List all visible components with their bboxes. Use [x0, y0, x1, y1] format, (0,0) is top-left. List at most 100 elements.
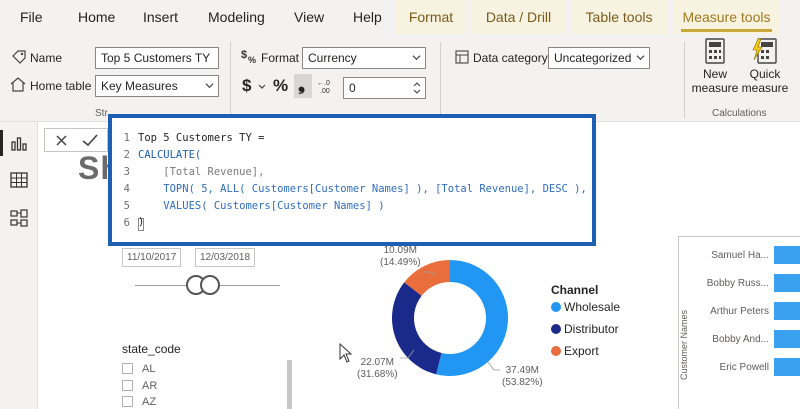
model-icon[interactable]: [9, 208, 29, 228]
chevron-down-icon: [636, 55, 645, 61]
legend-item-wholesale[interactable]: Wholesale: [551, 300, 620, 314]
legend-label: Export: [564, 344, 599, 358]
chevron-down-icon: [412, 55, 421, 61]
name-label: Name: [30, 51, 63, 65]
line-number: 6: [123, 217, 130, 229]
code-line: 3 [Total Revenue],: [112, 166, 265, 183]
measure-name-input[interactable]: Top 5 Customers TY: [95, 47, 219, 69]
line-number: 1: [123, 132, 130, 144]
data-category-label: Data category: [473, 51, 548, 65]
checkbox[interactable]: [122, 380, 133, 391]
ribbon-separator: [440, 42, 441, 118]
code-line: 4 TOPN( 5, ALL( Customers[Customer Names…: [112, 183, 587, 200]
legend-item-export[interactable]: Export: [551, 344, 599, 358]
check-icon[interactable]: [82, 134, 98, 147]
tab-measure-tools[interactable]: Measure tools: [673, 0, 780, 34]
code-text: [Total Revenue],: [138, 166, 265, 178]
tab-file[interactable]: File: [20, 0, 43, 34]
tab-insert[interactable]: Insert: [143, 0, 178, 34]
format-select[interactable]: Currency: [302, 47, 426, 69]
legend-label: Wholesale: [564, 300, 621, 314]
date-slider-end-handle[interactable]: [200, 275, 220, 295]
legend-label: Distributor: [564, 322, 619, 336]
home-table-select[interactable]: Key Measures: [95, 75, 219, 97]
data-category-select[interactable]: Uncategorized: [548, 47, 650, 69]
code-line: 1 Top 5 Customers TY =: [112, 132, 265, 149]
slicer-scrollbar[interactable]: [287, 360, 292, 409]
bracket-highlight: ): [138, 216, 144, 231]
data-category-value: Uncategorized: [554, 51, 632, 65]
quick-measure-button[interactable]: Quick measure: [740, 38, 790, 95]
decimal-places-input[interactable]: 0: [343, 77, 426, 99]
category-icon: [455, 50, 469, 64]
legend-dot: [551, 324, 561, 334]
tab-home[interactable]: Home: [78, 0, 115, 34]
view-rail: [0, 122, 38, 409]
format-label: Format: [261, 51, 300, 65]
ribbon: Name Top 5 Customers TY Home table Key M…: [0, 34, 800, 122]
formula-bar-controls: [44, 128, 108, 152]
tab-help[interactable]: Help: [353, 0, 382, 34]
customer-name: Samuel Ha...: [711, 250, 769, 261]
tab-data-drill[interactable]: Data / Drill: [472, 0, 565, 34]
calculations-group-label: Calculations: [712, 108, 767, 119]
line-number: 4: [123, 183, 130, 195]
date-end-input[interactable]: 12/03/2018: [195, 248, 256, 267]
svg-text:←.0: ←.0: [317, 80, 330, 87]
ribbon-separator: [230, 42, 231, 118]
dax-formula-editor[interactable]: 1 Top 5 Customers TY = 2 CALCULATE( 3 [Tot…: [108, 114, 596, 246]
svg-text:$: $: [241, 49, 247, 61]
quick-measure-label: Quick measure: [741, 67, 789, 95]
state-option-ar[interactable]: AR: [122, 380, 157, 395]
state-option-al[interactable]: AL: [122, 363, 155, 378]
tab-table-tools[interactable]: Table tools: [571, 0, 667, 34]
svg-text:.00: .00: [320, 88, 330, 94]
tab-format[interactable]: Format: [396, 0, 466, 34]
new-measure-button[interactable]: New measure: [690, 38, 740, 95]
state-slicer-title: state_code: [122, 342, 181, 356]
line-number: 2: [123, 149, 130, 161]
tag-icon: [12, 50, 26, 64]
customer-name: Bobby And...: [712, 334, 769, 345]
checkbox[interactable]: [122, 363, 133, 374]
state-label: AR: [142, 380, 158, 392]
customer-bar[interactable]: [774, 274, 800, 292]
legend-title: Channel: [551, 283, 599, 297]
decimal-places-icon[interactable]: ←.0 .00: [317, 76, 335, 94]
state-option-az[interactable]: AZ: [122, 396, 156, 409]
tab-modeling[interactable]: Modeling: [208, 0, 265, 34]
line-number: 5: [123, 200, 130, 212]
currency-button[interactable]: $: [242, 76, 251, 96]
customer-bar[interactable]: [774, 330, 800, 348]
home-table-value: Key Measures: [101, 79, 178, 93]
customer-bar[interactable]: [774, 302, 800, 320]
active-view-indicator: [0, 130, 3, 156]
report-icon[interactable]: [9, 133, 29, 153]
code-text: TOPN( 5, ALL( Customers[Customer Names] …: [138, 183, 587, 195]
customer-axis-label: Customer Names: [679, 310, 689, 381]
currency-format-icon: $ %: [241, 49, 256, 65]
tab-view[interactable]: View: [294, 0, 324, 34]
comma-style-button[interactable]: ❟: [294, 74, 312, 98]
customer-bar[interactable]: [774, 358, 800, 376]
checkbox[interactable]: [122, 396, 133, 407]
lightning-calculator-icon: [752, 38, 777, 64]
percent-button[interactable]: %: [273, 76, 288, 96]
home-icon: [10, 77, 26, 92]
close-icon[interactable]: [55, 134, 68, 147]
customer-bar[interactable]: [774, 246, 800, 264]
code-text: CALCULATE(: [138, 149, 202, 161]
legend-dot: [551, 346, 561, 356]
customer-name: Arthur Peters: [710, 306, 769, 317]
legend-item-distributor[interactable]: Distributor: [551, 322, 619, 336]
spinner-icon[interactable]: [413, 80, 421, 96]
decimal-places-value: 0: [349, 81, 356, 95]
code-text: VALUES( Customers[Customer Names] ): [138, 200, 385, 212]
new-measure-label: New measure: [691, 67, 739, 95]
svg-text:%: %: [248, 55, 256, 65]
code-line: 5 VALUES( Customers[Customer Names] ): [112, 200, 385, 217]
table-icon[interactable]: [9, 170, 29, 190]
date-start-input[interactable]: 11/10/2017: [122, 248, 182, 267]
home-table-label: Home table: [30, 79, 92, 93]
chevron-down-icon[interactable]: [258, 84, 266, 90]
